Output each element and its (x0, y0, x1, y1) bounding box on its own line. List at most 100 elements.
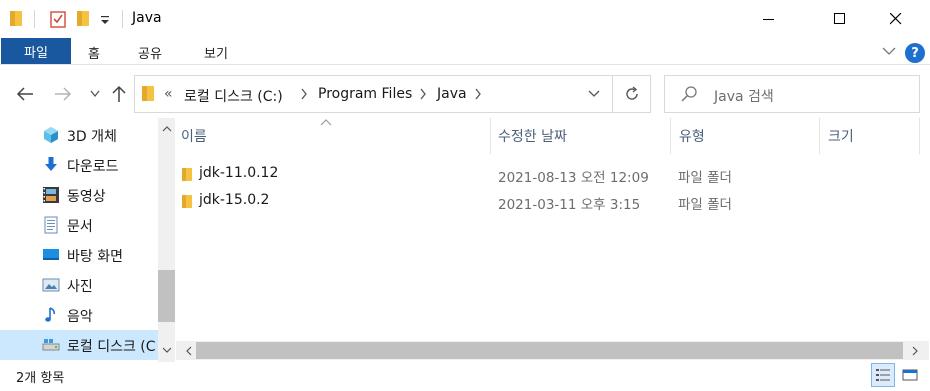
breadcrumb-overflow[interactable]: « (164, 86, 173, 102)
properties-icon[interactable] (50, 10, 66, 28)
column-header-size[interactable]: 크기 (828, 126, 854, 146)
column-header-name[interactable]: 이름 (181, 126, 207, 146)
sidebar-item-videos[interactable]: 동영상 (0, 180, 158, 210)
minimize-button[interactable] (746, 0, 792, 38)
chevron-down-icon[interactable] (882, 46, 896, 56)
music-icon (45, 307, 55, 322)
toolbar-divider (34, 10, 35, 28)
column-divider[interactable] (919, 118, 920, 154)
breadcrumb-item[interactable]: Java (437, 86, 467, 102)
chevron-down-icon[interactable] (588, 90, 600, 98)
sidebar-item-label: 바탕 화면 (67, 249, 123, 265)
tab-view[interactable]: 보기 (204, 43, 228, 62)
file-date: 2021-03-11 오후 3:15 (498, 197, 641, 213)
chevron-down-icon (162, 347, 171, 353)
sidebar-item-label: 3D 개체 (67, 129, 117, 145)
chevron-left-icon (185, 346, 191, 355)
status-item-count: 2개 항목 (16, 371, 65, 386)
file-name: jdk-15.0.2 (199, 192, 270, 208)
sidebar-item-downloads[interactable]: 다운로드 (0, 150, 158, 180)
tab-file[interactable]: 파일 (1, 38, 71, 64)
large-icons-view-button[interactable] (898, 363, 922, 387)
chevron-right-icon[interactable] (419, 88, 427, 100)
arrow-right-icon (55, 87, 72, 101)
sidebar-item-documents[interactable]: 문서 (0, 210, 158, 240)
refresh-button[interactable] (613, 75, 651, 113)
forward-button[interactable] (51, 82, 75, 106)
large-icons-view-icon (902, 369, 918, 381)
column-divider[interactable] (670, 118, 671, 154)
sidebar-item-pictures[interactable]: 사진 (0, 270, 158, 300)
nav-pane-scrollbar[interactable] (158, 118, 175, 362)
scrollbar-thumb[interactable] (158, 270, 175, 322)
search-icon (681, 86, 697, 102)
close-button[interactable] (873, 0, 919, 38)
arrow-left-icon (16, 87, 33, 101)
up-button[interactable] (107, 82, 131, 106)
window-title: Java (132, 10, 162, 26)
folder-icon (182, 195, 192, 208)
breadcrumb-item[interactable]: Program Files (318, 86, 412, 102)
close-icon (890, 13, 902, 25)
chevron-up-icon (162, 125, 171, 131)
sidebar-item-label: 사진 (67, 279, 93, 295)
chevron-down-icon (90, 90, 100, 98)
desktop-icon (43, 249, 59, 260)
refresh-icon (625, 86, 638, 100)
tab-home[interactable]: 홈 (88, 43, 100, 62)
file-row[interactable]: jdk-11.0.12 2021-08-13 오전 12:09 파일 폴더 (176, 161, 876, 188)
sidebar-item-label: 로컬 디스크 (C:) (67, 339, 155, 355)
search-input[interactable]: Java 검색 (714, 86, 774, 106)
file-name: jdk-11.0.12 (199, 165, 279, 181)
file-type: 파일 폴더 (678, 170, 732, 186)
folder-icon (10, 11, 22, 26)
arrow-up-icon (112, 85, 126, 102)
sidebar-item-label: 문서 (67, 219, 93, 235)
chevron-right-icon[interactable] (300, 88, 308, 100)
file-row[interactable]: jdk-15.0.2 2021-03-11 오후 3:15 파일 폴더 (176, 188, 876, 215)
folder-icon (142, 86, 154, 101)
3d-objects-icon (44, 127, 58, 143)
drive-icon (42, 339, 60, 351)
help-button[interactable]: ? (905, 43, 925, 63)
sidebar-item-label: 다운로드 (67, 159, 119, 175)
document-icon (44, 216, 58, 234)
column-divider[interactable] (819, 118, 820, 154)
back-button[interactable] (13, 82, 37, 106)
maximize-button[interactable] (817, 0, 863, 38)
scroll-right-button[interactable] (906, 342, 923, 359)
file-type: 파일 폴더 (678, 197, 732, 213)
column-divider[interactable] (490, 118, 491, 154)
scroll-down-button[interactable] (158, 341, 175, 358)
picture-icon (42, 278, 60, 292)
details-view-button[interactable] (871, 363, 895, 387)
column-header-type[interactable]: 유형 (679, 126, 705, 146)
folder-icon (182, 168, 192, 181)
sort-ascending-icon (320, 119, 332, 126)
sidebar-item-3d-objects[interactable]: 3D 개체 (0, 120, 158, 150)
file-date: 2021-08-13 오전 12:09 (498, 170, 649, 186)
search-box[interactable] (664, 75, 920, 113)
scroll-left-button[interactable] (180, 342, 197, 359)
new-folder-icon[interactable] (77, 11, 89, 26)
minimize-icon (763, 19, 774, 20)
sidebar-item-desktop[interactable]: 바탕 화면 (0, 240, 158, 270)
scroll-up-button[interactable] (158, 120, 175, 137)
sidebar-item-local-disk[interactable]: 로컬 디스크 (C:) (0, 330, 158, 360)
column-header-date[interactable]: 수정한 날짜 (498, 126, 567, 146)
toolbar-divider (122, 10, 123, 28)
sidebar-item-label: 동영상 (67, 189, 106, 205)
tab-share[interactable]: 공유 (138, 43, 162, 62)
chevron-right-icon[interactable] (474, 88, 482, 100)
breadcrumb-item[interactable]: 로컬 디스크 (C:) (184, 86, 283, 106)
chevron-right-icon (912, 346, 918, 355)
ribbon-divider (0, 64, 930, 65)
details-view-icon (876, 369, 890, 381)
maximize-icon (834, 13, 845, 24)
scrollbar-thumb[interactable] (196, 342, 903, 359)
video-icon (43, 187, 59, 203)
recent-locations-button[interactable] (83, 82, 107, 106)
customize-toolbar-icon[interactable] (99, 12, 111, 26)
download-icon (45, 157, 57, 171)
sidebar-item-music[interactable]: 음악 (0, 300, 158, 330)
